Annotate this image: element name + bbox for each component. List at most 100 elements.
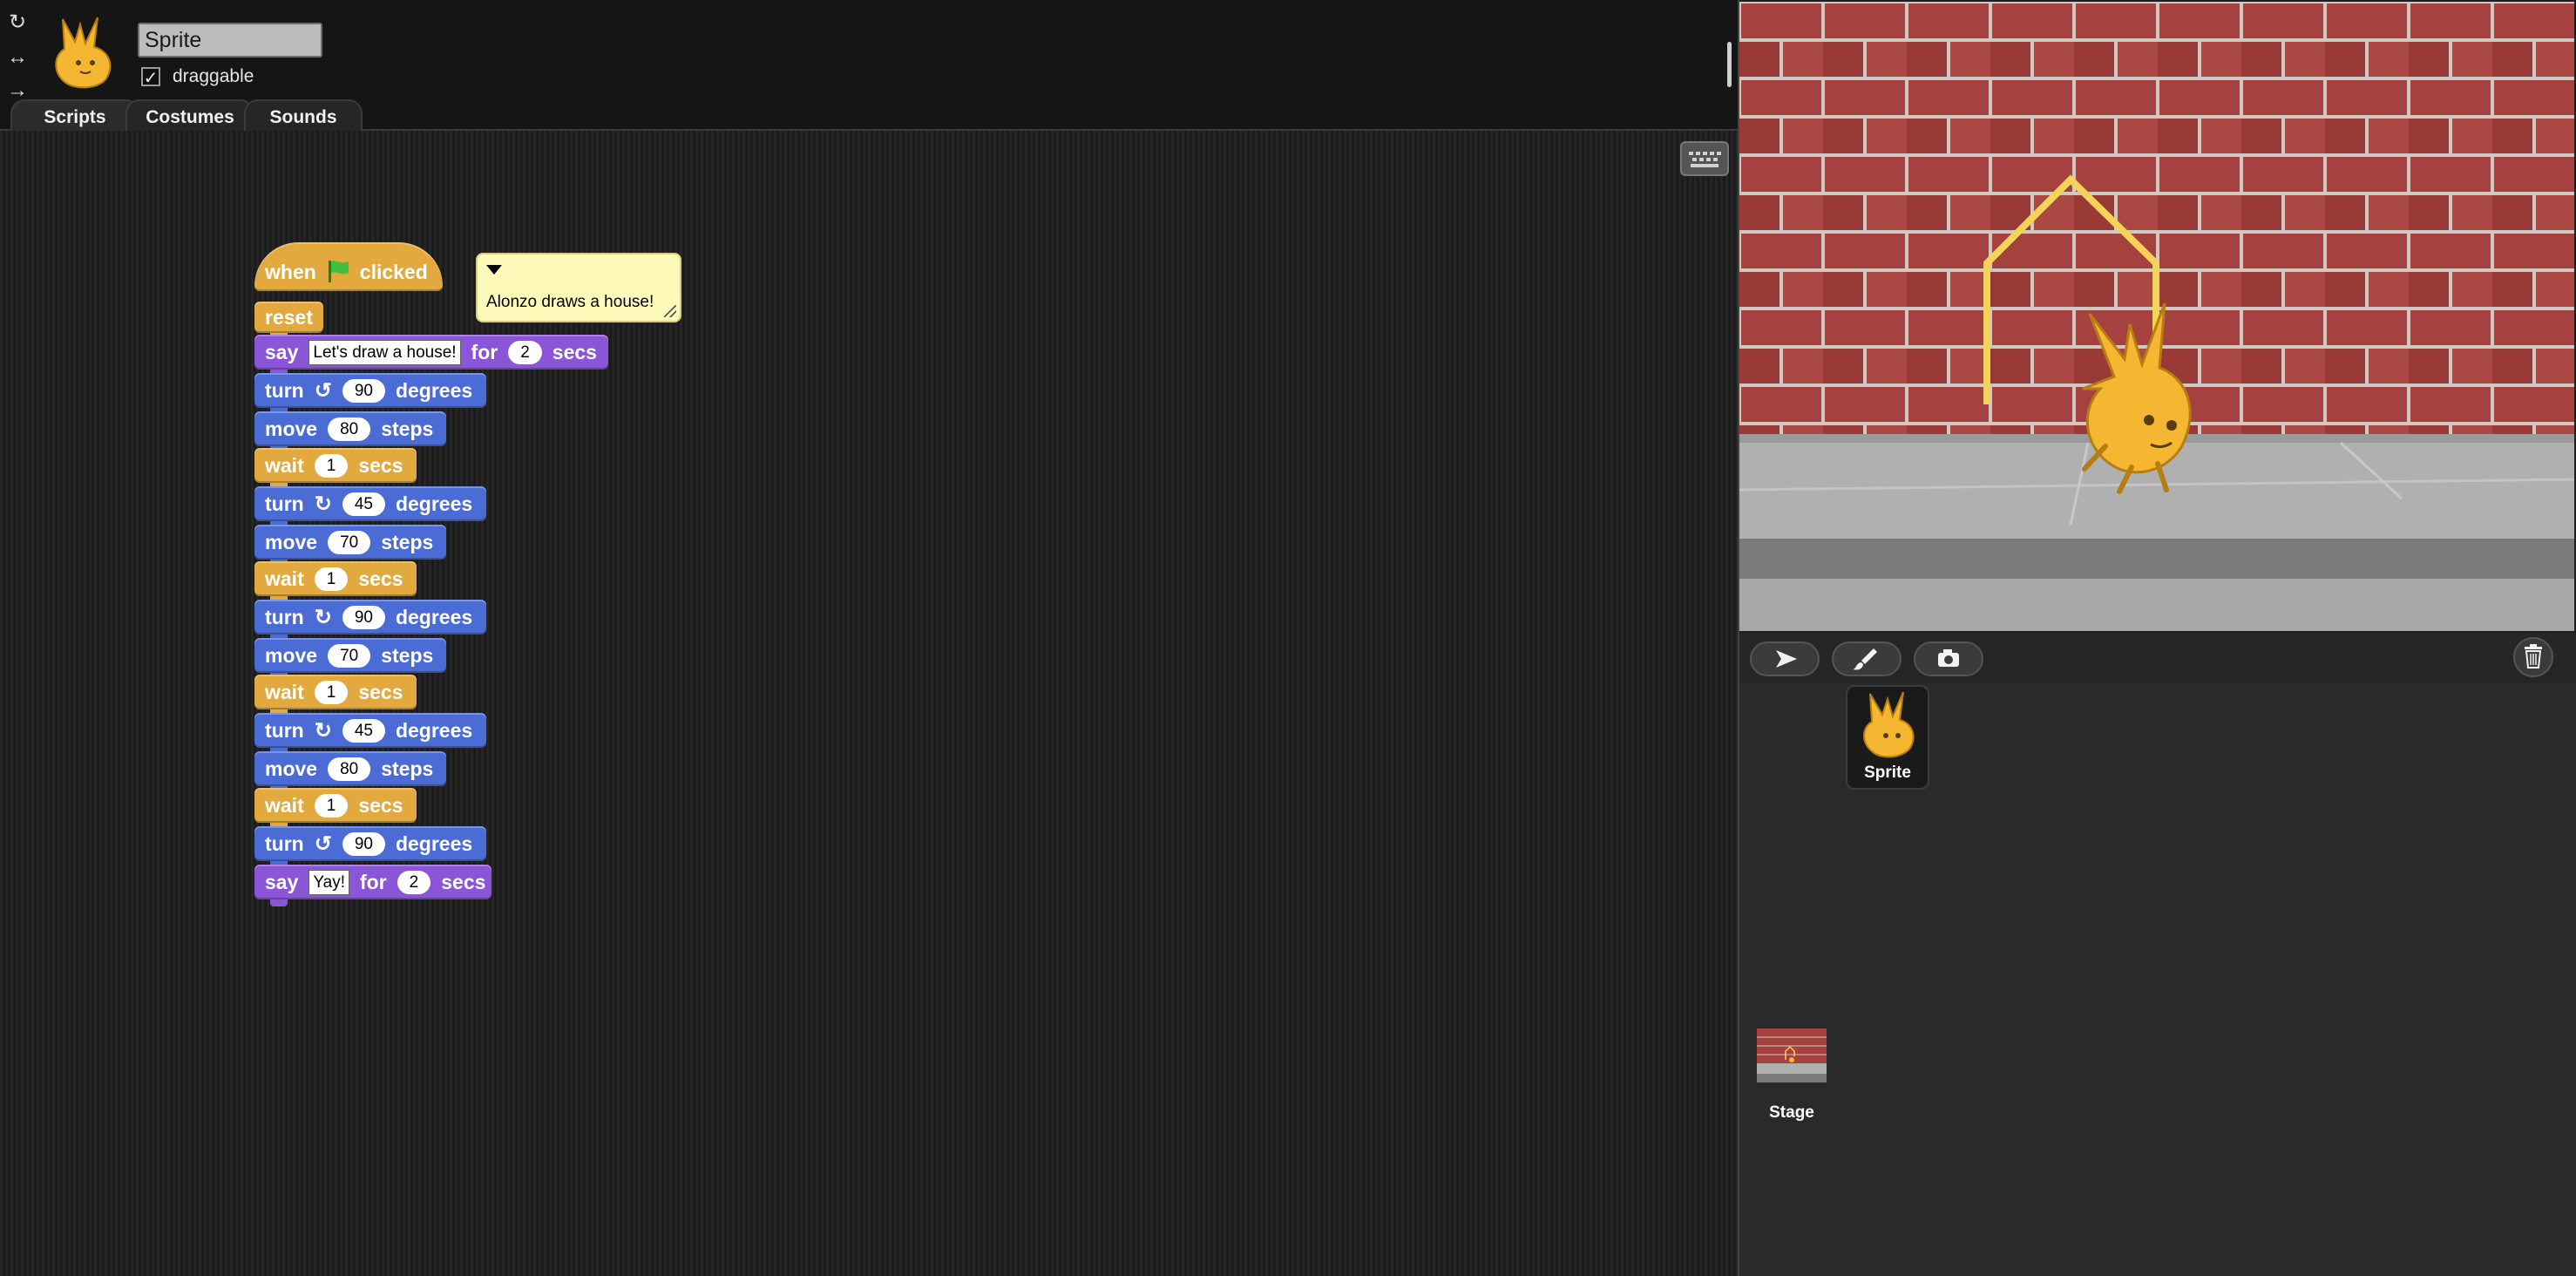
say-text-input[interactable]: Yay! <box>308 869 349 895</box>
move-block[interactable]: move 70 steps <box>254 638 446 680</box>
clockwise-icon: ↻ <box>314 718 332 743</box>
block-label: steps <box>381 757 434 780</box>
block-label: turn <box>265 378 304 402</box>
degrees-input[interactable]: 90 <box>342 831 385 856</box>
secs-input[interactable]: 1 <box>314 793 349 818</box>
block-label: wait <box>265 567 304 590</box>
tab-sounds[interactable]: Sounds <box>244 99 363 132</box>
stage[interactable] <box>1739 2 2574 631</box>
clockwise-icon: ↻ <box>314 492 332 516</box>
block-label: for <box>359 870 387 893</box>
block-label: steps <box>381 417 434 440</box>
sprite-corral-label: Sprite <box>1864 764 1911 782</box>
wait-block[interactable]: wait 1 secs <box>254 788 417 830</box>
secs-input[interactable]: 1 <box>314 680 349 704</box>
paint-new-sprite-button[interactable] <box>1832 641 1901 676</box>
comment-text[interactable]: Alonzo draws a house! <box>486 293 654 312</box>
block-label: move <box>265 643 318 667</box>
sprite-thumbnail <box>55 17 112 89</box>
block-label: secs <box>358 680 403 703</box>
block-label: degrees <box>395 378 473 402</box>
left-right-icon[interactable]: ↔ <box>5 45 30 70</box>
block-label: wait <box>265 453 304 477</box>
block-label: secs <box>358 793 403 817</box>
wait-block[interactable]: wait 1 secs <box>254 448 417 490</box>
counterclockwise-icon: ↺ <box>314 831 332 856</box>
counterclockwise-icon: ↺ <box>314 378 332 403</box>
rotate-icon[interactable]: ↻ <box>5 10 30 35</box>
block-label: for <box>471 340 498 363</box>
block-label: turn <box>265 831 304 855</box>
block-label: steps <box>381 530 434 553</box>
tab-costumes[interactable]: Costumes <box>125 99 254 132</box>
sprite-corral-item[interactable]: Sprite <box>1846 685 1929 790</box>
block-label: reset <box>265 305 313 329</box>
degrees-input[interactable]: 45 <box>342 492 385 516</box>
secs-input[interactable]: 1 <box>314 567 349 591</box>
block-label: degrees <box>395 605 473 628</box>
wait-block[interactable]: wait 1 secs <box>254 675 417 716</box>
block-label: secs <box>441 870 486 893</box>
stage-label[interactable]: Stage <box>1757 1103 1827 1123</box>
scrollbar[interactable] <box>1727 42 1732 87</box>
when-flag-clicked-block[interactable]: when clicked <box>254 242 443 291</box>
say-text-input[interactable]: Let's draw a house! <box>308 339 461 365</box>
say-for-secs-block[interactable]: say Let's draw a house! for 2 secs <box>254 335 608 377</box>
block-label: steps <box>381 643 434 667</box>
corral-toolbar <box>1739 633 2576 683</box>
reset-block[interactable]: reset <box>254 302 323 340</box>
block-label: degrees <box>395 718 473 742</box>
steps-input[interactable]: 70 <box>328 643 371 668</box>
block-label: move <box>265 530 318 553</box>
sprite-corral-header: ↻ ↔ → ✓ draggable Scripts Costumes Sound… <box>0 0 1738 132</box>
collapse-arrow-icon[interactable] <box>486 265 502 275</box>
degrees-input[interactable]: 45 <box>342 718 385 743</box>
sprite-name-input[interactable] <box>138 23 322 58</box>
degrees-input[interactable]: 90 <box>342 378 385 403</box>
block-label: secs <box>358 453 403 477</box>
draggable-checkbox[interactable]: ✓ <box>141 67 160 88</box>
block-label: degrees <box>395 492 473 515</box>
steps-input[interactable]: 80 <box>328 417 371 441</box>
secs-input[interactable]: 2 <box>508 340 542 364</box>
keyboard-entry-button[interactable] <box>1680 141 1729 176</box>
block-label: move <box>265 417 318 440</box>
hat-label-clicked: clicked <box>359 261 428 283</box>
scripts-area[interactable]: when clicked Alonzo draws a house! reset… <box>0 131 1738 1276</box>
block-label: wait <box>265 680 304 703</box>
wait-block[interactable]: wait 1 secs <box>254 561 417 603</box>
stage-canvas <box>1739 2 2574 631</box>
trash-icon <box>2513 637 2553 677</box>
secs-input[interactable]: 1 <box>314 453 349 478</box>
block-label: degrees <box>395 831 473 855</box>
block-label: say <box>265 870 299 893</box>
trash-button[interactable] <box>2512 635 2555 680</box>
turn-block[interactable]: turn ↺ 90 degrees <box>254 826 486 868</box>
move-block[interactable]: move 70 steps <box>254 525 446 567</box>
draggable-toggle[interactable]: ✓ draggable <box>141 63 254 91</box>
block-label: secs <box>552 340 597 363</box>
move-block[interactable]: move 80 steps <box>254 411 446 453</box>
turn-block[interactable]: turn ↺ 90 degrees <box>254 373 486 415</box>
tab-scripts[interactable]: Scripts <box>10 99 139 132</box>
green-flag-icon <box>328 261 349 282</box>
turn-block[interactable]: turn ↻ 90 degrees <box>254 600 486 641</box>
move-block[interactable]: move 80 steps <box>254 751 446 793</box>
secs-input[interactable]: 2 <box>397 870 431 894</box>
say-for-secs-block[interactable]: say Yay! for 2 secs <box>254 865 491 906</box>
steps-input[interactable]: 70 <box>328 530 371 554</box>
steps-input[interactable]: 80 <box>328 757 371 781</box>
turtle-button[interactable] <box>1750 641 1820 676</box>
block-label: say <box>265 340 299 363</box>
clockwise-icon: ↻ <box>314 605 332 629</box>
block-label: secs <box>358 567 403 590</box>
resize-handle-icon[interactable] <box>664 305 676 317</box>
degrees-input[interactable]: 90 <box>342 605 385 629</box>
script-comment[interactable]: Alonzo draws a house! <box>476 253 681 322</box>
turn-block[interactable]: turn ↻ 45 degrees <box>254 486 486 528</box>
turtle-icon <box>1776 650 1797 668</box>
block-label: wait <box>265 793 304 817</box>
stage-thumbnail[interactable] <box>1757 1028 1827 1083</box>
turn-block[interactable]: turn ↻ 45 degrees <box>254 713 486 755</box>
camera-button[interactable] <box>1914 641 1983 676</box>
